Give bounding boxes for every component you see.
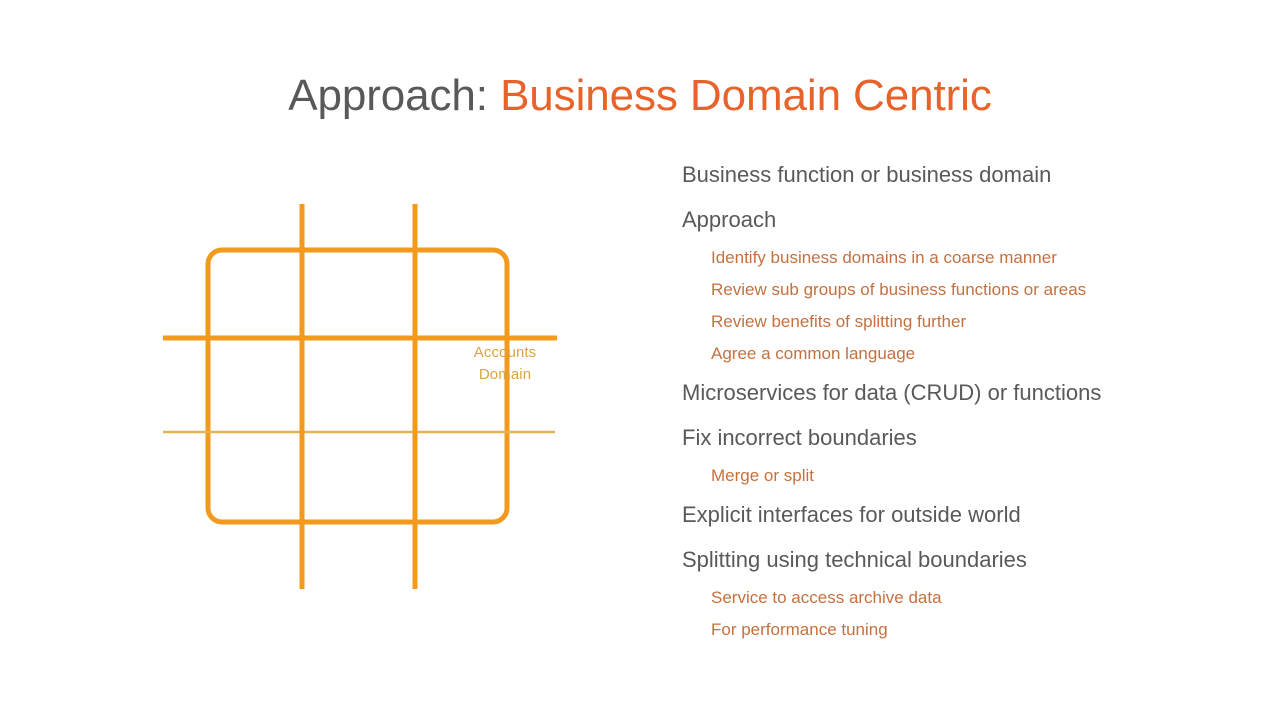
bullet-item-level1: Explicit interfaces for outside world xyxy=(682,502,1021,527)
page-title-accent: Business Domain Centric xyxy=(500,71,992,120)
bullet-item-level2: Review sub groups of business functions … xyxy=(711,280,1087,299)
bullet-item-level1: Approach xyxy=(682,207,777,232)
bullet-item-level1: Splitting using technical boundaries xyxy=(682,547,1027,572)
bullet-item-level2: Agree a common language xyxy=(711,344,916,363)
bullet-item-level2: Review benefits of splitting further xyxy=(711,312,967,331)
domain-label-line2: Domain xyxy=(478,366,532,383)
bullet-item-level2: Identify business domains in a coarse ma… xyxy=(711,248,1057,267)
page-title: Approach: Business Domain Centric xyxy=(0,68,1280,124)
bullet-item-level2: Merge or split xyxy=(711,466,814,485)
bullet-item-level1: Business function or business domain xyxy=(682,162,1052,187)
bullet-item-level2: Service to access archive data xyxy=(711,588,942,607)
domain-boundary-rect xyxy=(205,247,510,525)
bullet-item-level1: Fix incorrect boundaries xyxy=(682,425,917,450)
domain-label-line1: Accounts xyxy=(473,344,537,361)
domain-label: Accounts Domain xyxy=(447,342,563,386)
bullet-item-level2: For performance tuning xyxy=(711,620,888,639)
bullet-item-level1: Microservices for data (CRUD) or functio… xyxy=(682,380,1102,405)
page-title-lead: Approach: xyxy=(288,71,501,120)
slide-canvas: Approach: Business Domain Centric Accoun… xyxy=(0,0,1280,720)
business-domain-grid-diagram: Accounts Domain xyxy=(150,180,580,605)
bullet-list: Business function or business domain Appr… xyxy=(682,152,1202,646)
grid-svg xyxy=(163,204,557,589)
